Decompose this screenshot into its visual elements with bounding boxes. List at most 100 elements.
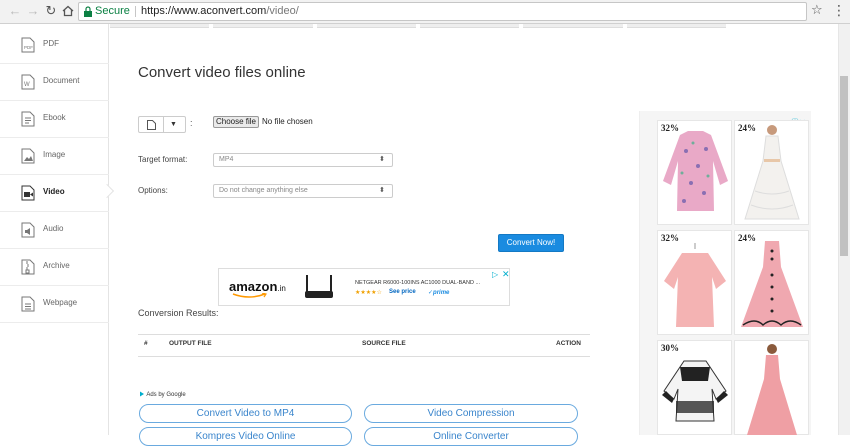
bookmark-star-icon[interactable]: ☆ (811, 2, 823, 18)
ad-product-lace-top[interactable]: 30% (657, 340, 732, 435)
amazon-logo-text: amazon (229, 279, 278, 294)
amazon-logo-tld: .in (277, 284, 286, 293)
sidebar-item-ebook[interactable]: Ebook (0, 101, 109, 138)
sidebar-item-label: Video (43, 187, 65, 196)
column-header-output-file: OUTPUT FILE (169, 340, 212, 347)
sidebar-item-video[interactable]: Video (0, 175, 109, 212)
amazon-logo: amazon.in (229, 279, 286, 294)
ad-product-pink-dress[interactable]: 24% (734, 230, 809, 335)
pink-top-image (664, 243, 726, 327)
back-icon[interactable]: ← (6, 2, 24, 20)
options-label: Options: (138, 186, 168, 195)
video-icon (21, 185, 35, 201)
top-ad-tile[interactable] (316, 24, 416, 28)
select-arrows-icon: ⬍ (379, 187, 385, 194)
forward-icon[interactable]: → (24, 2, 42, 20)
sidebar-item-label: Archive (43, 261, 70, 270)
convert-now-button[interactable]: Convert Now! (498, 234, 564, 252)
discount-badge: 32% (661, 123, 679, 133)
target-format-label: Target format: (138, 155, 188, 164)
adchoices-icon[interactable]: ▷ (492, 270, 498, 279)
sidebar-item-pdf[interactable]: PDF PDF (0, 27, 109, 64)
file-source-dropdown[interactable]: ▼ (138, 116, 186, 133)
discount-badge: 32% (661, 233, 679, 243)
column-header-number: # (144, 340, 148, 347)
browser-menu-icon[interactable]: ⋮ (832, 2, 846, 19)
router-image (305, 275, 333, 298)
ebook-icon (21, 111, 35, 127)
pink-dress-image (741, 241, 803, 327)
page-title: Convert video files online (138, 64, 306, 81)
top-ad-tile[interactable] (419, 24, 520, 28)
svg-text:W: W (24, 82, 30, 88)
lock-icon (84, 6, 92, 17)
sidebar-item-webpage[interactable]: Webpage (0, 286, 109, 323)
sidebar-item-label: PDF (43, 39, 59, 48)
scrollbar-thumb[interactable] (840, 76, 848, 256)
url-host: www.aconvert.com (174, 5, 267, 17)
ad-link-video-compression[interactable]: Video Compression (364, 404, 578, 423)
sidebar-item-audio[interactable]: Audio (0, 212, 109, 249)
archive-icon (21, 259, 35, 275)
results-divider-top (138, 334, 590, 335)
sidebar-item-label: Ebook (43, 113, 66, 122)
url-path: /video/ (266, 5, 299, 17)
target-format-value: MP4 (219, 156, 234, 163)
sidebar-item-label: Document (43, 76, 80, 85)
target-format-select[interactable]: MP4 ⬍ (213, 153, 393, 167)
sidebar-item-archive[interactable]: Archive (0, 249, 109, 286)
ad-product-title: NETGEAR R6000-100INS AC1000 DUAL-BAND ..… (355, 280, 481, 286)
no-file-text: No file chosen (262, 117, 313, 126)
ad-rating-stars: ★★★★☆ (355, 290, 382, 296)
ad-link-convert-video-mp4[interactable]: Convert Video to MP4 (139, 404, 352, 423)
ad-see-price-link[interactable]: See price (389, 289, 416, 295)
top-ad-tile[interactable] (110, 24, 210, 28)
conversion-results-label: Conversion Results: (138, 308, 219, 318)
discount-badge: 24% (738, 233, 756, 243)
ads-by-google-text: Ads by Google (146, 392, 186, 398)
options-value: Do not change anything else (219, 187, 308, 194)
dropdown-divider (163, 117, 164, 132)
choose-file-button[interactable]: Choose file (213, 116, 259, 128)
address-bar[interactable]: Secure https://www.aconvert.com/video/ (78, 2, 807, 21)
sidebar-item-image[interactable]: Image (0, 138, 109, 175)
home-icon[interactable] (59, 2, 77, 20)
ad-link-kompres-video[interactable]: Kompres Video Online (139, 427, 352, 446)
webpage-icon (21, 296, 35, 312)
ad-prime-badge: ✓prime (428, 290, 450, 296)
discount-badge: 30% (661, 343, 679, 353)
close-ad-icon[interactable]: ✕ (502, 269, 510, 280)
ad-product-maxi-dress[interactable] (734, 340, 809, 435)
amazon-ad-banner[interactable]: amazon.in NETGEAR R6000-100INS AC1000 DU… (218, 268, 510, 306)
browser-toolbar: ← → ↻ Secure https://www.aconvert.com/vi… (0, 0, 850, 24)
omnibox-separator (135, 6, 136, 17)
column-header-action: ACTION (556, 340, 581, 347)
file-colon: : (190, 118, 193, 128)
document-icon: W (21, 74, 35, 90)
secure-label: Secure (95, 5, 130, 17)
adchoices-icon (140, 391, 144, 397)
ad-product-pink-top[interactable]: 32% (657, 230, 732, 335)
svg-text:PDF: PDF (24, 45, 33, 50)
file-icon (147, 120, 156, 130)
pdf-icon: PDF (21, 37, 35, 53)
ad-link-online-converter[interactable]: Online Converter (364, 427, 578, 446)
top-ad-tile[interactable] (523, 24, 623, 28)
results-divider-bottom (138, 356, 590, 357)
sidebar: PDF PDF W Document Ebook Image Video Aud… (0, 24, 109, 435)
top-ad-strip (110, 24, 726, 28)
maxi-dress-image (747, 344, 797, 435)
blouse-image (663, 131, 728, 211)
ad-product-white-dress[interactable]: 24% (734, 120, 809, 225)
top-ad-tile[interactable] (626, 24, 726, 28)
sidebar-item-label: Webpage (43, 298, 78, 307)
sidebar-item-document[interactable]: W Document (0, 64, 109, 101)
audio-icon (21, 222, 35, 238)
column-header-source-file: SOURCE FILE (362, 340, 406, 347)
reload-icon[interactable]: ↻ (42, 2, 60, 20)
ad-product-blouse[interactable]: 32% (657, 120, 732, 225)
top-ad-tile[interactable] (213, 24, 313, 28)
caret-down-icon[interactable]: ▼ (170, 117, 177, 132)
discount-badge: 24% (738, 123, 756, 133)
options-select[interactable]: Do not change anything else ⬍ (213, 184, 393, 198)
